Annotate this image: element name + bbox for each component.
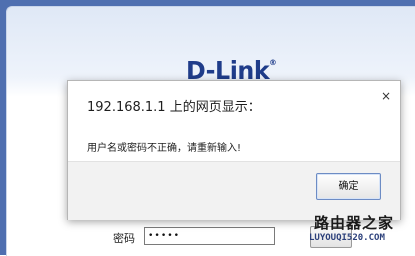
dialog-message: 用户名或密码不正确，请重新输入! — [87, 143, 242, 154]
password-field[interactable]: ••••• — [144, 227, 275, 245]
close-icon[interactable]: × — [379, 89, 393, 103]
dialog-title: 192.168.1.1 上的网页显示： — [87, 100, 261, 115]
watermark-logo: 路由器之家 — [314, 214, 395, 232]
registered-mark: ® — [269, 58, 277, 67]
password-label: 密码 — [113, 232, 135, 245]
watermark-url: LUYOUQI520.COM — [309, 233, 385, 243]
ok-button[interactable]: 确定 — [316, 173, 381, 200]
alert-dialog: 192.168.1.1 上的网页显示： × 用户名或密码不正确，请重新输入! 确… — [67, 80, 401, 220]
